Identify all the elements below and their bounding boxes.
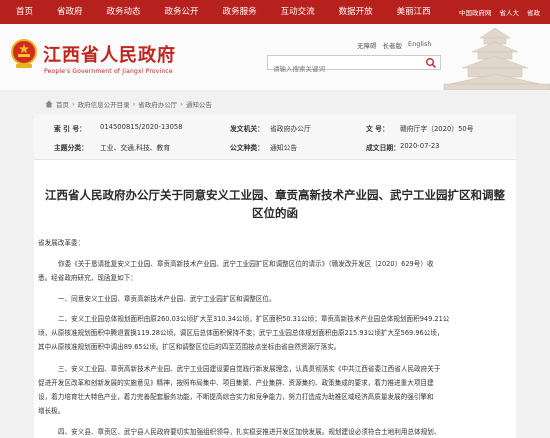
document-metadata: 索 引 号： 014500815/2020-13058 发文机关： 省政府办公厅… <box>34 114 516 160</box>
paragraph-4-line3: 设，着力培育壮大特色产业，着力完善配套服务功能，不断提高综合实力和竞争能力，努力… <box>38 393 434 401</box>
genre-label: 公文种类： <box>230 144 264 152</box>
site-title[interactable]: 江西省人民政府 <box>43 41 176 67</box>
document-title: 江西省人民政府办公厅关于同意安义工业园、章贡高新技术产业园、武宁工业园扩区和调整… <box>44 186 506 222</box>
english-link[interactable]: English <box>408 40 431 50</box>
link-provincial-congress[interactable]: 省人大 <box>500 7 520 17</box>
document-title-line1: 江西省人民政府办公厅关于同意安义工业园、章贡高新技术产业园、武宁工业园扩区和调整 <box>45 188 505 202</box>
nav-open-data[interactable]: 数据开放 <box>327 0 385 24</box>
nav-interaction[interactable]: 互动交流 <box>269 0 327 24</box>
national-emblem-icon <box>11 39 37 68</box>
document-title-line2: 区位的函 <box>252 206 298 220</box>
link-china-gov[interactable]: 中国政府网 <box>459 7 492 17</box>
salutation: 省发展改革委： <box>38 239 85 247</box>
nav-beautiful-jiangxi[interactable]: 美丽江西 <box>385 0 443 24</box>
tengwang-pavilion-image <box>443 27 550 90</box>
paragraph-3-line1: 二、安义工业园总体规划面积由原260.03公顷扩大至310.34公顷，扩区面积5… <box>58 315 450 323</box>
paragraph-1: 你委《关于恳请批复安义工业园、章贡高新技术产业园、武宁工业园扩区和调整区位的请示… <box>58 260 434 268</box>
paragraph-2: 一、同意安义工业园、章贡高新技术产业园、武宁工业园扩区和调整区位。 <box>58 295 276 303</box>
index-value: 014500815/2020-13058 <box>100 123 183 131</box>
issuer-value: 省政府办公厅 <box>270 125 311 133</box>
search-input[interactable] <box>268 62 418 76</box>
paragraph-3-line3: 其中从原核准规划面积中调出89.65公顷。扩区和调整区位后的四至范围按点坐标由省… <box>38 343 341 351</box>
genre-value: 通知公告 <box>270 144 298 152</box>
header-tools: 无障碍 长者版 English <box>357 40 431 50</box>
nav-government-services[interactable]: 政务服务 <box>211 0 269 24</box>
breadcrumb: 首页 › 政府信息公开目录 › 省政府办公厅 › 通知公告 <box>45 98 212 110</box>
topic-label: 主题分类： <box>54 144 88 152</box>
article-container: 索 引 号： 014500815/2020-13058 发文机关： 省政府办公厅… <box>34 114 516 438</box>
issuer-label: 发文机关： <box>230 125 264 133</box>
site-subtitle: People's Government of Jiangxi Province <box>44 68 173 75</box>
breadcrumb-catalog[interactable]: 政府信息公开目录 <box>78 99 130 109</box>
docno-label: 文 号： <box>366 125 389 133</box>
paragraph-4-line2: 促进开发区改革和创新发展的实施意见》精神，按照布局集中、项目集聚、产业集群、资源… <box>38 379 434 387</box>
date-label: 成文日期： <box>366 144 400 152</box>
top-right-links: 中国政府网 省人大 省政 <box>459 7 550 17</box>
index-label: 索 引 号： <box>54 125 86 133</box>
paragraph-4-line1: 三、安义工业园、章贡高新技术产业园、武宁工业园建设要自觉践行新发展理念，认真贯彻… <box>58 365 441 373</box>
topic-value: 工业、交通,科技、教育 <box>100 144 171 152</box>
link-provincial-cppcc[interactable]: 省政 <box>527 7 540 17</box>
nav-government-affairs-disclosure[interactable]: 政务公开 <box>153 0 211 24</box>
paragraph-1-cont: 悉。经省政府研究，现函复如下： <box>38 274 137 282</box>
elder-mode-link[interactable]: 长者版 <box>383 40 403 50</box>
nav-government-news[interactable]: 政务动态 <box>95 0 153 24</box>
docno-value: 赣府厅字〔2020〕50号 <box>400 125 474 133</box>
date-value: 2020-07-23 <box>400 142 440 150</box>
nav-provincial-government[interactable]: 省政府 <box>45 0 95 24</box>
breadcrumb-notices[interactable]: 通知公告 <box>186 99 212 109</box>
home-icon <box>45 100 53 108</box>
site-header: 江西省人民政府 People's Government of Jiangxi P… <box>0 24 550 90</box>
accessibility-link[interactable]: 无障碍 <box>357 40 377 50</box>
search-box <box>267 55 441 76</box>
top-nav-bar: 首页 省政府 政务动态 政务公开 政务服务 互动交流 数据开放 美丽江西 中国政… <box>0 0 550 24</box>
search-icon[interactable] <box>425 57 437 69</box>
paragraph-4-line4: 增长极。 <box>38 407 65 415</box>
breadcrumb-separator: › <box>132 100 136 108</box>
breadcrumb-separator: › <box>180 100 183 108</box>
nav-home[interactable]: 首页 <box>0 0 45 24</box>
breadcrumb-home[interactable]: 首页 <box>56 99 69 109</box>
breadcrumb-office[interactable]: 省政府办公厅 <box>138 99 177 109</box>
paragraph-3-line2: 顷，从原核准规划面积中腾退置换119.28公顷，调区后总体面积保持不变；武宁工业… <box>38 329 444 337</box>
breadcrumb-separator: › <box>72 100 75 108</box>
paragraph-5: 四、安义县、章贡区、武宁县人民政府要切实加强组织领导，扎实稳妥推进开发区加快发展… <box>58 428 441 436</box>
